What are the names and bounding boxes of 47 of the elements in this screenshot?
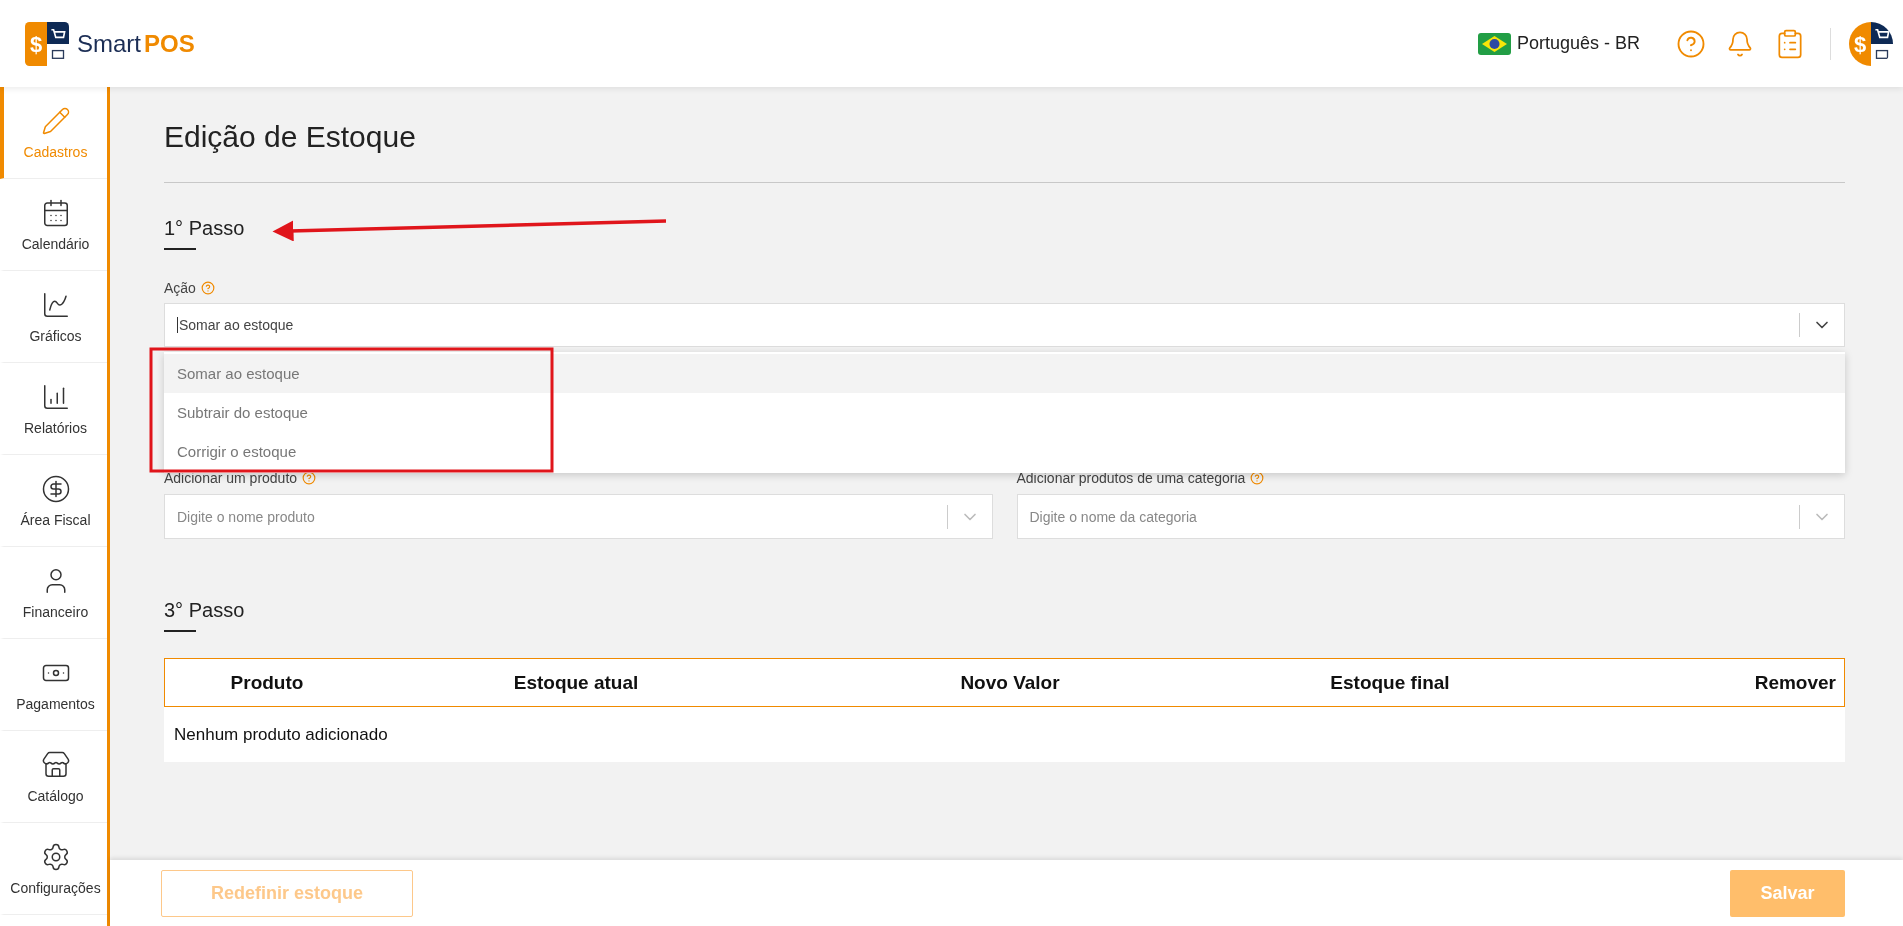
column-header: Estoque atual	[512, 671, 640, 694]
sidebar-item-label: Gráficos	[29, 327, 82, 344]
brand-name: Smart	[77, 29, 141, 58]
dollar-circle-icon	[40, 473, 71, 504]
sidebar-item-label: Calendário	[21, 235, 90, 252]
sidebar-item[interactable]: Área Fiscal	[0, 455, 107, 547]
field-label: Adicionar produtos de uma categoria	[1016, 469, 1246, 487]
language-selector[interactable]: Português - BR	[1516, 33, 1640, 54]
sidebar-item[interactable]: Pagamentos	[0, 639, 107, 731]
sidebar-item-label: Relatórios	[24, 419, 87, 436]
search-select-field[interactable]: Digite o nome produto	[164, 494, 993, 539]
sidebar-item[interactable]: Financeiro	[0, 547, 107, 639]
sidebar-item-label: Pagamentos	[16, 695, 95, 712]
search-select-field[interactable]: Digite o nome da categoria	[1016, 494, 1845, 539]
column-header: Remover	[1753, 671, 1837, 694]
sidebar-item-label: Financeiro	[22, 603, 89, 620]
flag-icon[interactable]	[1477, 32, 1511, 55]
help-icon[interactable]	[302, 471, 317, 485]
sidebar-item-label: Área Fiscal	[20, 511, 91, 528]
field-label: Ação	[164, 279, 196, 297]
dropdown-option[interactable]: Somar ao estoque	[164, 354, 1845, 393]
column-header: Produto	[229, 671, 305, 694]
step-heading: 1° Passo	[164, 216, 245, 241]
sidebar-item[interactable]: Configurações	[0, 823, 107, 915]
pencil-icon	[40, 105, 71, 136]
page-title: Edição de Estoque	[164, 119, 416, 155]
dropdown-option[interactable]: Corrigir o estoque	[164, 432, 1845, 471]
sidebar-item[interactable]: Gráficos	[0, 271, 107, 363]
column-header: Estoque final	[1329, 671, 1451, 694]
sidebar-item[interactable]: Relatórios	[0, 363, 107, 455]
help-icon[interactable]	[1250, 471, 1265, 485]
dropdown-option[interactable]: Subtrair do estoque	[164, 393, 1845, 432]
column-header: Novo Valor	[959, 671, 1061, 694]
sidebar-item[interactable]: Catálogo	[0, 731, 107, 823]
sidebar-item-label: Catálogo	[27, 787, 84, 804]
field-label: Adicionar um produto	[164, 469, 298, 487]
sidebar-item-label: Cadastros	[23, 143, 88, 160]
action-select[interactable]: Somar ao estoque	[164, 303, 1845, 347]
sidebar-item-label: Configurações	[10, 879, 101, 896]
empty-table-message: Nenhum produto adicionado	[173, 723, 389, 746]
brand-name-accent: POS	[144, 29, 195, 58]
help-icon[interactable]	[1676, 28, 1706, 59]
sidebar-item[interactable]: Calendário	[0, 179, 107, 271]
bell-icon[interactable]	[1726, 29, 1754, 58]
step-heading: 3° Passo	[164, 598, 245, 623]
help-icon[interactable]	[200, 281, 215, 295]
store-icon	[40, 749, 71, 780]
